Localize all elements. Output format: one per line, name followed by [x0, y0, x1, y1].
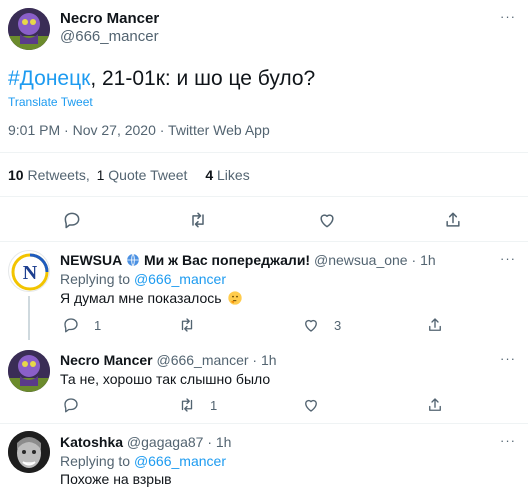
reply-text: Похоже на взрыв	[60, 471, 172, 487]
like-count: 3	[334, 317, 342, 333]
share-button[interactable]	[426, 396, 444, 414]
reply-icon	[64, 398, 78, 413]
share-button[interactable]	[443, 210, 463, 230]
tweet-text-body: , 21-01к: и шо це було?	[90, 67, 316, 90]
engagement-stats: 10 Retweets, 1 Quote Tweet 4 Likes	[8, 167, 250, 183]
replying-to-label: Replying to	[60, 453, 131, 469]
more-options-icon[interactable]: ···	[500, 434, 516, 447]
retweets-label: Retweets	[27, 167, 86, 183]
reply-button[interactable]	[62, 396, 94, 414]
retweet-icon	[192, 212, 204, 228]
globe-icon	[127, 253, 139, 267]
reply-text: Я думал мне показалось	[60, 290, 243, 306]
like-button[interactable]	[302, 396, 334, 414]
reply-author-name[interactable]: Necro Mancer	[60, 352, 153, 368]
reply-header: NEWSUA Ми ж Вас попереджали! @newsua_one…	[60, 252, 436, 268]
retweets-stat[interactable]: 10 Retweets	[8, 167, 86, 183]
tweet-meta[interactable]: 9:01 PM · Nov 27, 2020 · Twitter Web App	[8, 122, 270, 138]
heart-icon	[320, 214, 334, 228]
reply-author-handle[interactable]: @666_mancer	[156, 352, 248, 368]
reply-header: Necro Mancer @666_mancer · 1h	[60, 352, 277, 368]
divider	[0, 196, 528, 197]
divider	[0, 241, 528, 242]
avatar[interactable]	[8, 350, 50, 392]
stats-separator: ,	[85, 167, 90, 183]
hashtag-link[interactable]: #Донецк	[8, 67, 90, 90]
reply-time[interactable]: 1h	[420, 252, 436, 268]
reply-author-handle[interactable]: @newsua_one	[314, 252, 408, 268]
avatar[interactable]	[8, 8, 50, 50]
quotes-count: 1	[96, 167, 105, 183]
replying-to: Replying to @666_mancer	[60, 453, 226, 469]
share-icon	[446, 212, 460, 227]
reply-icon	[64, 318, 78, 333]
replying-to-handle[interactable]: @666_mancer	[134, 271, 226, 287]
divider	[0, 152, 528, 153]
share-icon	[429, 318, 441, 331]
share-button[interactable]	[426, 316, 444, 334]
divider	[0, 423, 528, 424]
likes-stat[interactable]: 4 Likes	[205, 167, 249, 183]
reply-author-name-suffix[interactable]: Ми ж Вас попереджали!	[144, 252, 310, 268]
like-button[interactable]: 3	[302, 316, 341, 334]
retweet-icon	[181, 318, 193, 332]
dot-separator: ·	[411, 252, 417, 268]
likes-label: Likes	[217, 167, 250, 183]
reply-button[interactable]: 1	[62, 316, 101, 334]
reply-author-name[interactable]: Katoshka	[60, 434, 123, 450]
reply-text-body: Я думал мне показалось	[60, 290, 222, 306]
more-options-icon[interactable]: ···	[500, 352, 516, 365]
thinking-face-icon	[228, 291, 243, 305]
more-options-icon[interactable]: ···	[500, 10, 516, 23]
reply-count: 1	[94, 317, 102, 333]
share-icon	[429, 398, 441, 411]
author-name[interactable]: Necro Mancer	[60, 10, 159, 27]
retweet-button[interactable]	[188, 210, 208, 230]
reply-time[interactable]: 1h	[216, 434, 232, 450]
like-button[interactable]	[317, 210, 337, 230]
reply-button[interactable]	[62, 210, 82, 230]
reply-icon	[64, 212, 80, 229]
svg-text:N: N	[23, 262, 38, 284]
reply-header: Katoshka @gagaga87 · 1h	[60, 434, 231, 450]
thread-line	[28, 296, 30, 340]
reply-time[interactable]: 1h	[261, 352, 277, 368]
retweet-button[interactable]: 1	[178, 396, 217, 414]
dot-separator: ·	[252, 352, 258, 368]
quotes-label: Quote Tweet	[108, 167, 188, 183]
more-options-icon[interactable]: ···	[500, 252, 516, 265]
replying-to: Replying to @666_mancer	[60, 271, 226, 287]
retweet-button[interactable]	[178, 316, 210, 334]
tweet-text: #Донецк, 21-01к: и шо це було?	[8, 66, 315, 92]
avatar[interactable]	[8, 431, 50, 473]
quotes-stat[interactable]: 1 Quote Tweet	[97, 167, 188, 183]
likes-count: 4	[205, 167, 214, 183]
replying-to-handle[interactable]: @666_mancer	[134, 453, 226, 469]
reply-author-handle[interactable]: @gagaga87	[127, 434, 204, 450]
dot-separator: ·	[207, 434, 212, 450]
reply-text: Та не, хорошо так слышно было	[60, 371, 271, 387]
heart-icon	[305, 319, 317, 332]
retweet-count: 1	[210, 397, 218, 413]
avatar[interactable]: N	[8, 250, 50, 292]
retweets-count: 10	[8, 167, 24, 183]
translate-tweet-link[interactable]: Translate Tweet	[8, 95, 93, 109]
reply-author-name[interactable]: NEWSUA	[60, 252, 122, 268]
replying-to-label: Replying to	[60, 271, 131, 287]
author-handle[interactable]: @666_mancer	[60, 28, 159, 45]
heart-icon	[305, 399, 317, 412]
retweet-icon	[181, 398, 193, 412]
